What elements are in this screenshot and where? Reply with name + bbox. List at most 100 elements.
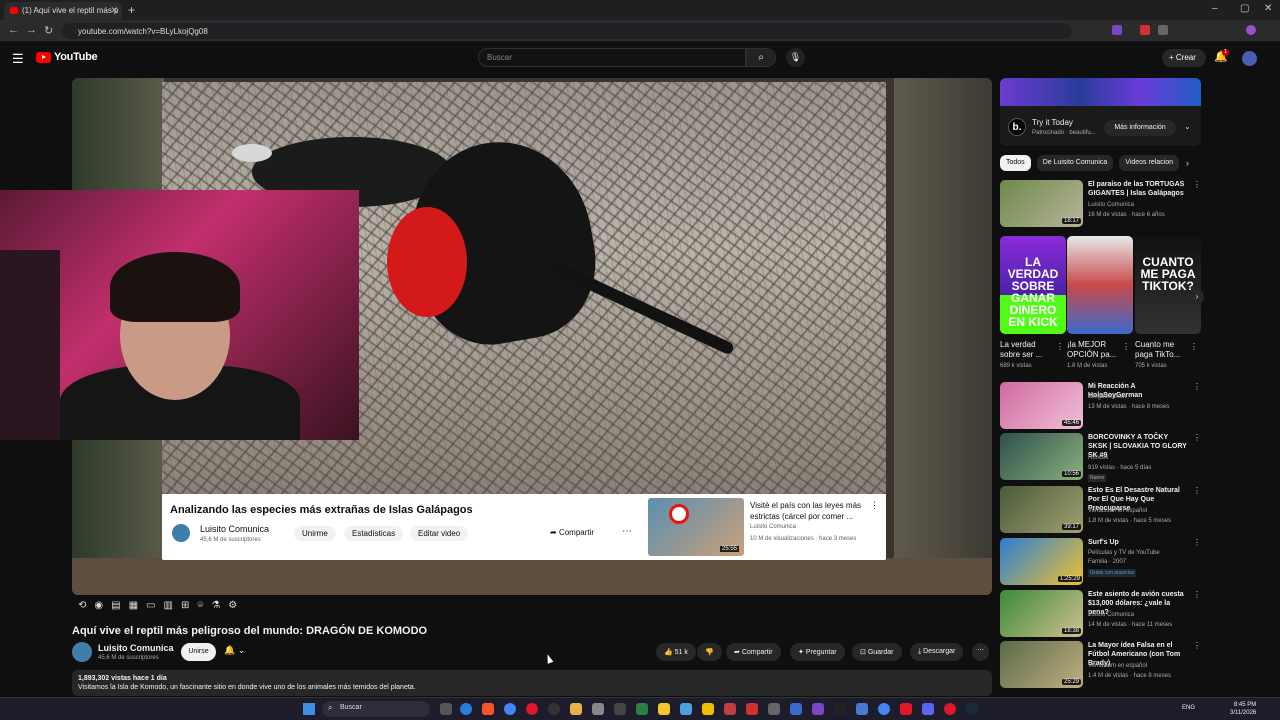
gear-icon[interactable]: ⚙ — [228, 600, 237, 611]
chip-related[interactable]: Videos relacion — [1119, 155, 1180, 171]
search-input[interactable]: Buscar — [478, 48, 746, 67]
app-icon[interactable] — [636, 703, 648, 715]
embedded-channel-name[interactable]: Luisito Comunica — [200, 524, 269, 534]
save-button[interactable]: ⊡ Guardar — [852, 643, 902, 661]
discord-icon[interactable] — [922, 703, 934, 715]
flask-icon[interactable]: ⚗ — [211, 600, 220, 611]
join-button[interactable]: Unirse — [181, 643, 216, 661]
app-icon[interactable] — [592, 703, 604, 715]
settings-icon[interactable] — [614, 703, 626, 715]
short-title[interactable]: La verdad sobre ser ... — [1000, 340, 1052, 360]
edge-icon[interactable] — [460, 703, 472, 715]
chevron-down-icon[interactable]: ⌄ — [1184, 122, 1191, 131]
taskbar-clock[interactable]: 8:45 PM 3/11/2026 — [1230, 701, 1256, 717]
list-item[interactable]: 10:56 BORCOVINKY A TOČKY SKSK | SLOVAKIA… — [1000, 433, 1201, 482]
subscription-bell-icon[interactable]: 🔔 ⌄ — [224, 645, 245, 656]
embedded-rec-menu-icon[interactable]: ⋮ — [870, 500, 879, 511]
back-icon[interactable]: ← — [8, 24, 19, 36]
extensions-puzzle-icon[interactable] — [1158, 25, 1168, 35]
short-thumbnail[interactable]: CUANTO ME PAGA TIKTOK? — [1135, 236, 1201, 334]
list-item[interactable]: 25:29 La Mayor idea Falsa en el Fútbol A… — [1000, 641, 1201, 689]
chip-all[interactable]: Todos — [1000, 155, 1031, 171]
app-icon[interactable] — [702, 703, 714, 715]
app-icon[interactable] — [570, 703, 582, 715]
chrome-icon[interactable] — [504, 703, 516, 715]
video-menu-icon[interactable]: ⋮ — [1193, 641, 1201, 650]
taskbar-search[interactable]: ⌕ Buscar — [322, 701, 430, 717]
short-menu-icon[interactable]: ⋮ — [1122, 342, 1130, 351]
ask-button[interactable]: ✦ Preguntar — [790, 643, 845, 661]
create-button[interactable]: + Crear — [1162, 49, 1206, 67]
app-icon[interactable] — [724, 703, 736, 715]
short-title[interactable]: Cuanto me paga TikTo... — [1135, 340, 1187, 360]
profile-icon[interactable] — [1246, 25, 1256, 35]
chrome-active-icon[interactable] — [878, 703, 890, 715]
dislike-button[interactable]: 👎 — [697, 643, 722, 661]
video-menu-icon[interactable]: ⋮ — [1193, 486, 1201, 495]
new-tab-button[interactable]: + — [128, 3, 135, 17]
short-thumbnail[interactable]: LA VERDAD SOBRE GANAR DINERO EN KICK — [1000, 236, 1066, 334]
app-icon[interactable] — [900, 703, 912, 715]
settings-box-icon[interactable]: ▤ — [111, 600, 120, 611]
video-title[interactable]: El paraíso de las TORTUGAS GIGANTES | Is… — [1088, 180, 1188, 198]
app-icon[interactable] — [746, 703, 758, 715]
channel-name[interactable]: Luisito Comunica — [98, 643, 174, 653]
steam-icon[interactable] — [966, 703, 978, 715]
opera-icon[interactable] — [526, 703, 538, 715]
more-actions-icon[interactable]: ⋯ — [972, 643, 989, 661]
embedded-channel-avatar[interactable] — [172, 524, 190, 542]
language-indicator[interactable]: ENG — [1182, 705, 1195, 711]
app-icon[interactable] — [680, 703, 692, 715]
video-menu-icon[interactable]: ⋮ — [1193, 180, 1201, 189]
file-explorer-icon[interactable] — [658, 703, 670, 715]
github-icon[interactable] — [548, 703, 560, 715]
app-icon[interactable] — [768, 703, 780, 715]
add-box-icon[interactable]: ⊞ — [181, 600, 189, 611]
sponsored-ad[interactable]: b. Try it Today Patrocinado · beautifu..… — [1000, 78, 1201, 146]
channel-avatar[interactable] — [72, 642, 92, 662]
url-field[interactable]: youtube.com/watch?v=BLyLkojQg08 — [62, 23, 1072, 39]
search-button[interactable]: ⌕ — [746, 48, 776, 67]
reload-icon[interactable]: ↻ — [44, 24, 53, 37]
chip-channel[interactable]: De Luisito Comunica — [1036, 155, 1114, 171]
loop-icon[interactable]: ⟲ — [78, 600, 86, 611]
embedded-stats-button[interactable]: Estadísticas — [344, 526, 404, 541]
share-button[interactable]: ➦ Compartir — [726, 643, 781, 661]
chevron-right-icon[interactable]: › — [1186, 158, 1189, 168]
minimize-icon[interactable]: – — [1212, 3, 1218, 14]
windows-start-icon[interactable] — [303, 703, 315, 715]
app-icon[interactable] — [812, 703, 824, 715]
short-menu-icon[interactable]: ⋮ — [1056, 342, 1064, 351]
embedded-more-icon[interactable]: ⋯ — [622, 526, 632, 537]
embedded-edit-button[interactable]: Editar video — [410, 526, 469, 541]
voice-search-button[interactable]: 🎙 — [786, 48, 805, 67]
close-window-icon[interactable]: ✕ — [1264, 3, 1272, 14]
video-title[interactable]: Surf's Up — [1088, 538, 1188, 547]
video-menu-icon[interactable]: ⋮ — [1193, 433, 1201, 442]
close-tab-icon[interactable]: ✕ — [110, 5, 118, 16]
extension-icon[interactable] — [1112, 25, 1122, 35]
app-icon[interactable] — [790, 703, 802, 715]
hamburger-menu-icon[interactable]: ☰ — [12, 51, 24, 67]
forward-icon[interactable]: → — [26, 24, 37, 36]
frame-icon[interactable]: ▭ — [146, 600, 155, 611]
download-button[interactable]: ⤓ Descargar — [910, 643, 964, 661]
short-menu-icon[interactable]: ⋮ — [1190, 342, 1198, 351]
task-view-icon[interactable] — [440, 703, 452, 715]
audio-icon[interactable]: ◉ — [94, 600, 103, 611]
layout-icon[interactable]: ▥ — [163, 600, 172, 611]
account-avatar[interactable] — [1242, 51, 1257, 66]
extension-icon[interactable] — [1140, 25, 1150, 35]
list-item[interactable]: 18:38 Este asiento de avión cuesta $13,0… — [1000, 590, 1201, 638]
video-menu-icon[interactable]: ⋮ — [1193, 590, 1201, 599]
video-menu-icon[interactable]: ⋮ — [1193, 538, 1201, 547]
video-menu-icon[interactable]: ⋮ — [1193, 382, 1201, 391]
short-thumbnail[interactable] — [1067, 236, 1133, 334]
list-item[interactable]: 18:17 El paraíso de las TORTUGAS GIGANTE… — [1000, 180, 1201, 228]
calendar-icon[interactable]: ▦ — [129, 600, 138, 611]
brave-icon[interactable] — [482, 703, 494, 715]
browser-tab[interactable]: (1) Aquí vive el reptil más p ✕ — [4, 2, 122, 20]
list-item[interactable]: 45:46 Mi Reacción A HolaSoyGerman JuegaG… — [1000, 382, 1201, 430]
opera-gx-icon[interactable] — [944, 703, 956, 715]
app-icon[interactable] — [834, 703, 846, 715]
